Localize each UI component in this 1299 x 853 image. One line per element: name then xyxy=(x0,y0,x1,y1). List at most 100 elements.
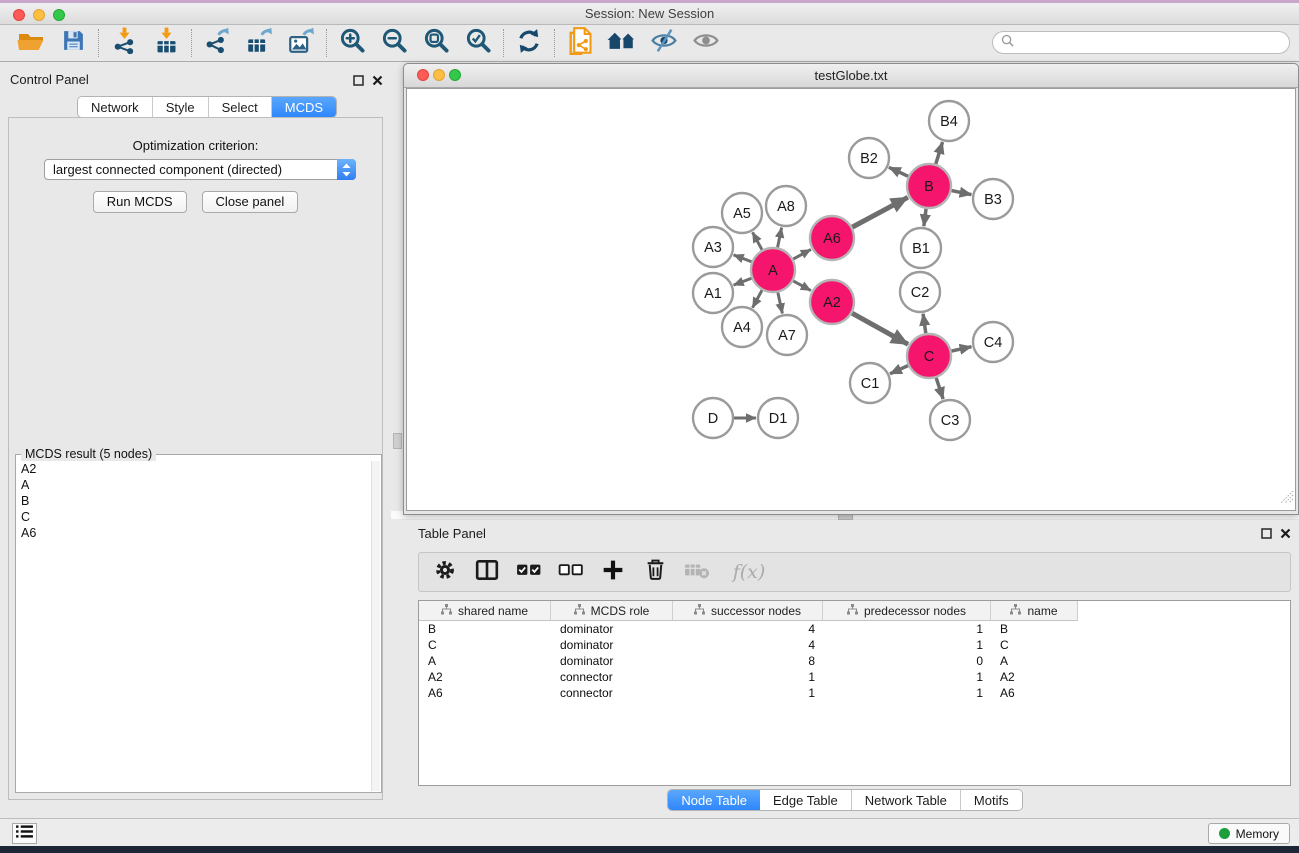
network-canvas[interactable]: B4B2BB3A8A5A6A3B1AC2A1A2A4A7C4CC1C3DD1 xyxy=(406,88,1296,511)
run-mcds-button[interactable]: Run MCDS xyxy=(93,191,187,213)
tab-network[interactable]: Network xyxy=(78,97,153,117)
edge-A-A5[interactable] xyxy=(753,232,763,249)
table-cell[interactable]: B xyxy=(419,621,551,637)
table-cell[interactable]: dominator xyxy=(551,653,673,669)
table-cell[interactable]: dominator xyxy=(551,637,673,653)
table-cell[interactable]: connector xyxy=(551,669,673,685)
resize-grip-icon[interactable] xyxy=(1281,491,1294,509)
edge-A-A1[interactable] xyxy=(734,278,752,285)
table-row[interactable]: Bdominator41B xyxy=(419,621,1290,637)
column-header-shared-name[interactable]: shared name xyxy=(419,601,551,621)
zoom-selected-button[interactable] xyxy=(457,27,499,59)
node-C1[interactable]: C1 xyxy=(850,363,890,403)
function-builder-button[interactable]: f(x) xyxy=(725,557,773,587)
tab-mcds[interactable]: MCDS xyxy=(272,97,336,117)
edge-B-B1[interactable] xyxy=(924,209,926,226)
node-A6[interactable]: A6 xyxy=(810,216,854,260)
node-A2[interactable]: A2 xyxy=(810,280,854,324)
node-C4[interactable]: C4 xyxy=(973,322,1013,362)
hide-selected-button[interactable] xyxy=(643,27,685,59)
table-cell[interactable]: C xyxy=(419,637,551,653)
export-table-button[interactable] xyxy=(238,27,280,59)
table-cell[interactable]: C xyxy=(991,637,1078,653)
node-B4[interactable]: B4 xyxy=(929,101,969,141)
node-B3[interactable]: B3 xyxy=(973,179,1013,219)
table-cell[interactable]: A2 xyxy=(991,669,1078,685)
edge-A-A3[interactable] xyxy=(734,255,752,262)
node-table[interactable]: shared nameMCDS rolesuccessor nodesprede… xyxy=(418,600,1291,786)
task-history-button[interactable] xyxy=(12,823,37,844)
close-panel-icon[interactable] xyxy=(372,73,383,91)
table-cell[interactable]: 8 xyxy=(673,653,823,669)
table-cell[interactable]: A6 xyxy=(991,685,1078,701)
tab-select[interactable]: Select xyxy=(209,97,272,117)
import-table-button[interactable] xyxy=(145,27,187,59)
edge-A-A8[interactable] xyxy=(778,228,782,248)
search-field[interactable] xyxy=(992,31,1290,54)
zoom-fit-button[interactable] xyxy=(415,27,457,59)
table-cell[interactable]: A6 xyxy=(419,685,551,701)
table-cell[interactable]: A2 xyxy=(419,669,551,685)
create-column-button[interactable] xyxy=(599,557,627,587)
delete-column-button[interactable] xyxy=(641,557,669,587)
table-settings-button[interactable] xyxy=(431,557,459,587)
export-network-button[interactable] xyxy=(196,27,238,59)
node-C2[interactable]: C2 xyxy=(900,272,940,312)
delete-table-button[interactable] xyxy=(683,557,711,587)
network-graph[interactable]: B4B2BB3A8A5A6A3B1AC2A1A2A4A7C4CC1C3DD1 xyxy=(407,89,1297,511)
table-cell[interactable]: B xyxy=(991,621,1078,637)
edge-A2-C[interactable] xyxy=(852,313,908,344)
node-C3[interactable]: C3 xyxy=(930,400,970,440)
search-input[interactable] xyxy=(1019,36,1289,50)
node-B2[interactable]: B2 xyxy=(849,138,889,178)
edge-B-B2[interactable] xyxy=(889,167,908,176)
edge-C-C1[interactable] xyxy=(890,366,908,374)
edge-A-A2[interactable] xyxy=(793,281,811,291)
mcds-result-item[interactable]: A2 xyxy=(17,461,371,477)
table-cell[interactable]: 1 xyxy=(673,669,823,685)
import-network-button[interactable] xyxy=(103,27,145,59)
tab-motifs[interactable]: Motifs xyxy=(961,790,1022,810)
mcds-result-item[interactable]: A6 xyxy=(17,525,371,541)
tab-edge-table[interactable]: Edge Table xyxy=(760,790,852,810)
column-header-MCDS-role[interactable]: MCDS role xyxy=(551,601,673,621)
column-header-name[interactable]: name xyxy=(991,601,1078,621)
table-row[interactable]: Cdominator41C xyxy=(419,637,1290,653)
node-A8[interactable]: A8 xyxy=(766,186,806,226)
network-window-titlebar[interactable]: testGlobe.txt xyxy=(404,64,1298,88)
float-panel-icon[interactable] xyxy=(353,73,364,91)
node-A5[interactable]: A5 xyxy=(722,193,762,233)
node-A4[interactable]: A4 xyxy=(722,307,762,347)
table-cell[interactable]: 1 xyxy=(823,669,991,685)
edge-B-B4[interactable] xyxy=(936,142,943,164)
node-A1[interactable]: A1 xyxy=(693,273,733,313)
edge-C-C3[interactable] xyxy=(936,378,943,399)
table-cell[interactable]: 4 xyxy=(673,637,823,653)
zoom-out-button[interactable] xyxy=(373,27,415,59)
table-row[interactable]: Adominator80A xyxy=(419,653,1290,669)
result-scrollbar[interactable] xyxy=(371,461,380,791)
new-network-from-selection-button[interactable] xyxy=(559,27,601,59)
edge-C-C2[interactable] xyxy=(923,314,926,333)
save-session-button[interactable] xyxy=(52,27,94,59)
edge-A-A6[interactable] xyxy=(793,249,811,259)
table-cell[interactable]: 1 xyxy=(823,621,991,637)
table-cell[interactable]: 1 xyxy=(823,637,991,653)
table-cell[interactable]: 0 xyxy=(823,653,991,669)
close-panel-button[interactable]: Close panel xyxy=(202,191,299,213)
edge-C-C4[interactable] xyxy=(951,347,971,351)
edge-A-A4[interactable] xyxy=(753,290,763,307)
edge-B-B3[interactable] xyxy=(952,191,972,195)
mcds-result-item[interactable]: B xyxy=(17,493,371,509)
table-cell[interactable]: A xyxy=(991,653,1078,669)
node-A3[interactable]: A3 xyxy=(693,227,733,267)
mcds-result-item[interactable]: C xyxy=(17,509,371,525)
float-table-panel-icon[interactable] xyxy=(1261,526,1272,544)
table-cell[interactable]: 4 xyxy=(673,621,823,637)
first-neighbors-button[interactable] xyxy=(601,27,643,59)
close-table-panel-icon[interactable] xyxy=(1280,526,1291,544)
node-A[interactable]: A xyxy=(751,248,795,292)
node-C[interactable]: C xyxy=(907,334,951,378)
open-file-button[interactable] xyxy=(10,27,52,59)
refresh-layout-button[interactable] xyxy=(508,27,550,59)
